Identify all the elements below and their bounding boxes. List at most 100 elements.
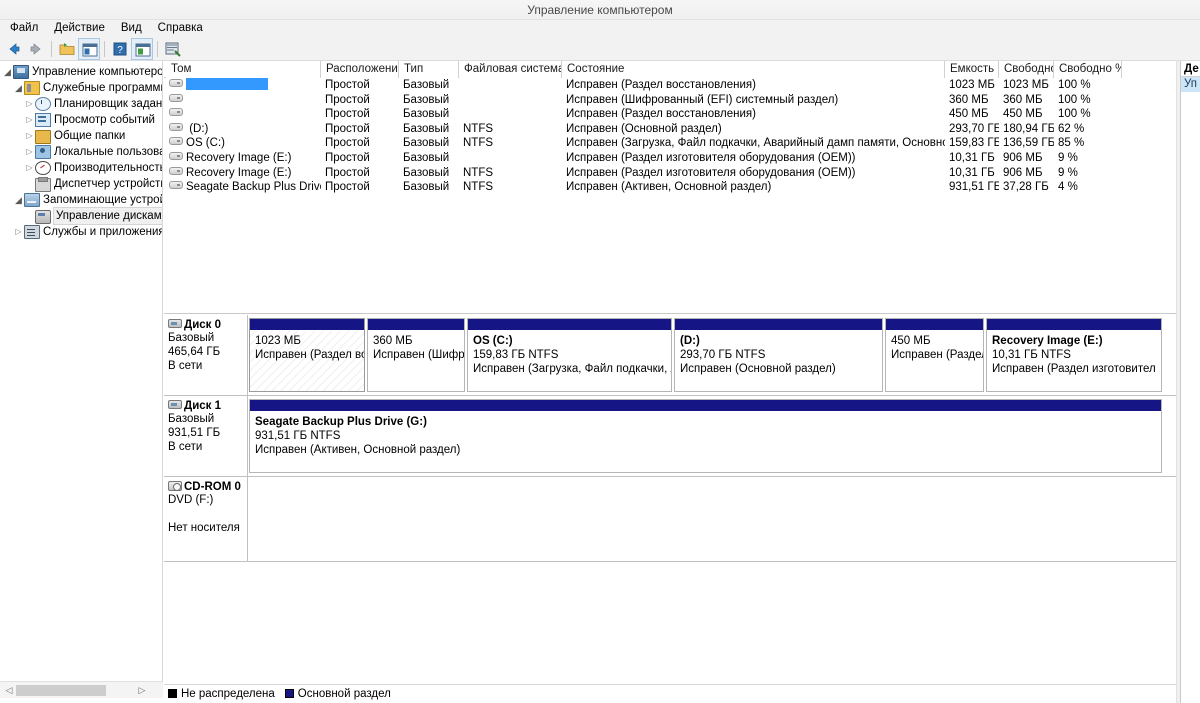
menu-item-действие[interactable]: Действие — [46, 20, 113, 37]
back-icon[interactable] — [3, 38, 25, 60]
tree-item-8[interactable]: Запоминающие устройст — [2, 192, 162, 208]
partition-status: Исправен (Шифрс — [373, 348, 464, 362]
console-tree: Управление компьютером (лСлужебные прогр… — [0, 61, 162, 240]
folder-icon — [35, 130, 51, 144]
partition-block[interactable]: 450 МБИсправен (Раздел в — [885, 318, 984, 392]
partition-block[interactable]: Seagate Backup Plus Drive (G:)931,51 ГБ … — [249, 399, 1162, 473]
volume-cell-type: Базовый — [399, 151, 459, 166]
volume-row[interactable]: ПростойБазовыйИсправен (Раздел восстанов… — [164, 107, 1179, 122]
volume-row[interactable]: Recovery Image (E:)ПростойБазовыйNTFSИсп… — [164, 166, 1179, 181]
volume-name-cell: Recovery Image (E:) — [166, 166, 321, 181]
collapse-twisty-icon[interactable] — [2, 64, 13, 81]
volume-name-cell — [166, 93, 321, 108]
tree-item-6[interactable]: Производительность — [2, 160, 162, 176]
expand-twisty-icon[interactable] — [13, 224, 24, 240]
volume-cell-free_pct: 85 % — [1054, 136, 1122, 151]
disk-info-panel[interactable]: Диск 1Базовый931,51 ГБВ сети — [164, 396, 248, 476]
column-header-5[interactable]: Емкость — [945, 61, 999, 78]
volume-icon — [169, 137, 183, 145]
partition-size: 10,31 ГБ NTFS — [992, 348, 1161, 362]
volume-cell-fs — [459, 107, 562, 122]
menu-item-вид[interactable]: Вид — [113, 20, 150, 37]
expand-twisty-icon[interactable] — [24, 128, 35, 144]
expand-twisty-icon[interactable] — [24, 144, 35, 160]
column-header-4[interactable]: Состояние — [562, 61, 945, 78]
volume-row[interactable]: ПростойБазовыйИсправен (Раздел восстанов… — [164, 78, 1179, 93]
tree-item-2[interactable]: Планировщик заданий — [2, 96, 162, 112]
forward-icon[interactable] — [25, 38, 47, 60]
column-header-1[interactable]: Расположение — [321, 61, 399, 78]
partition-block[interactable]: Recovery Image (E:)10,31 ГБ NTFSИсправен… — [986, 318, 1162, 392]
volume-cell-free: 136,59 ГБ — [999, 136, 1054, 151]
partition-block[interactable]: OS (C:)159,83 ГБ NTFSИсправен (Загрузка,… — [467, 318, 672, 392]
partition-text: 450 МБИсправен (Раздел в — [886, 331, 983, 362]
volume-cell-fs: NTFS — [459, 136, 562, 151]
volume-name-cell: OS (C:) — [166, 136, 321, 151]
volume-cell-capacity: 931,51 ГБ — [945, 180, 999, 195]
show-hide-tree-icon[interactable] — [78, 38, 100, 60]
disk-detail-line — [168, 507, 247, 521]
tree-item-5[interactable]: Локальные пользовате — [2, 144, 162, 160]
disk-management-icon — [35, 210, 51, 224]
volume-name-label: Recovery Image (E:) — [186, 167, 291, 179]
menu-item-файл[interactable]: Файл — [2, 20, 46, 37]
tree-item-10[interactable]: Службы и приложения — [2, 224, 162, 240]
up-folder-icon[interactable] — [56, 38, 78, 60]
tree-item-label: Общие папки — [54, 128, 125, 144]
volume-cell-free_pct: 62 % — [1054, 122, 1122, 137]
volume-name-label — [186, 78, 268, 90]
partition-color-bar — [250, 400, 1161, 412]
partition-block[interactable]: (D:)293,70 ГБ NTFSИсправен (Основной раз… — [674, 318, 883, 392]
volume-row[interactable]: (D:)ПростойБазовыйNTFSИсправен (Основной… — [164, 122, 1179, 137]
scroll-right-arrow[interactable]: ▷ — [135, 682, 149, 699]
tree-item-7[interactable]: Диспетчер устройств — [2, 176, 162, 192]
volume-row[interactable]: ПростойБазовыйИсправен (Шифрованный (EFI… — [164, 93, 1179, 108]
tree-item-4[interactable]: Общие папки — [2, 128, 162, 144]
column-header-6[interactable]: Свободно — [999, 61, 1054, 78]
column-header-7[interactable]: Свободно % — [1054, 61, 1122, 78]
disk-info-panel[interactable]: CD-ROM 0DVD (F:) Нет носителя — [164, 477, 248, 561]
actions-pane-item[interactable]: Уп — [1181, 77, 1200, 92]
menu-item-справка[interactable]: Справка — [150, 20, 211, 37]
volume-icon — [169, 152, 183, 160]
partition-block[interactable]: 360 МБИсправен (Шифрс — [367, 318, 465, 392]
column-header-0[interactable]: Том — [166, 61, 321, 78]
volume-row[interactable]: OS (C:)ПростойБазовыйNTFSИсправен (Загру… — [164, 136, 1179, 151]
partition-color-bar — [368, 319, 464, 331]
disk-detail-line: 931,51 ГБ — [168, 426, 247, 440]
partition-block[interactable]: 1023 МБИсправен (Раздел вос — [249, 318, 365, 392]
collapse-twisty-icon[interactable] — [13, 192, 24, 209]
tree-horizontal-scrollbar[interactable]: ◁ ▷ — [0, 681, 163, 698]
disk-detail-line: Нет носителя — [168, 521, 247, 535]
rescan-disks-icon[interactable] — [162, 38, 184, 60]
tree-item-1[interactable]: Служебные программы — [2, 80, 162, 96]
column-header-8[interactable] — [1122, 61, 1177, 78]
show-action-pane-icon[interactable] — [131, 38, 153, 60]
partition-status: Исправен (Активен, Основной раздел) — [255, 443, 1161, 457]
disk-info-panel[interactable]: Диск 0Базовый465,64 ГБВ сети — [164, 315, 248, 395]
tree-item-9[interactable]: Управление дисками — [2, 208, 162, 224]
scroll-thumb[interactable] — [16, 685, 106, 696]
expand-twisty-icon[interactable] — [24, 160, 35, 176]
menu-bar: ФайлДействиеВидСправка — [0, 20, 1200, 37]
tree-item-0[interactable]: Управление компьютером (л — [2, 64, 162, 80]
volume-icon — [169, 167, 183, 175]
partition-size: 931,51 ГБ NTFS — [255, 429, 1161, 443]
collapse-twisty-icon[interactable] — [13, 80, 24, 97]
graphical-disk-view: Диск 0Базовый465,64 ГБВ сети1023 МБИспра… — [164, 315, 1179, 686]
disk-detail-line: 465,64 ГБ — [168, 345, 247, 359]
expand-twisty-icon[interactable] — [24, 96, 35, 112]
partition-label: Recovery Image (E:) — [992, 334, 1161, 348]
help-icon[interactable]: ? — [109, 38, 131, 60]
expand-twisty-icon[interactable] — [24, 112, 35, 128]
volume-row[interactable]: Recovery Image (E:)ПростойБазовыйИсправе… — [164, 151, 1179, 166]
partition-text: (D:)293,70 ГБ NTFSИсправен (Основной раз… — [675, 331, 882, 376]
disk-management-pane: ТомРасположениеТипФайловая системаСостоя… — [164, 61, 1179, 703]
volume-row[interactable]: Seagate Backup Plus Drive (G:)ПростойБаз… — [164, 180, 1179, 195]
tree-item-3[interactable]: Просмотр событий — [2, 112, 162, 128]
scroll-left-arrow[interactable]: ◁ — [2, 682, 16, 699]
column-header-2[interactable]: Тип — [399, 61, 459, 78]
column-header-3[interactable]: Файловая система — [459, 61, 562, 78]
legend-swatch — [168, 689, 177, 698]
partition-size: 1023 МБ — [255, 334, 364, 348]
